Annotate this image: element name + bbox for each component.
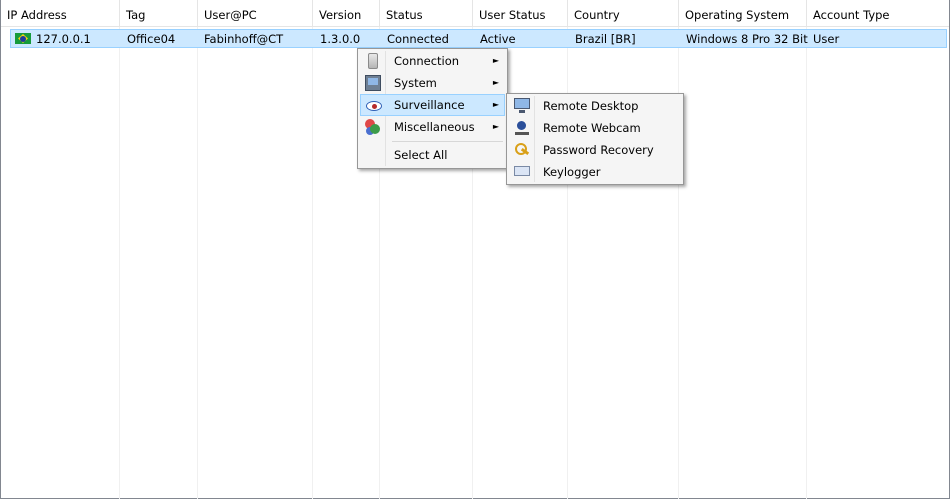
cell-country: Brazil [BR] [575,32,636,46]
menu-item-label: Miscellaneous [394,120,475,134]
column-header-account-type[interactable]: Account Type [807,0,949,27]
column-divider [312,27,313,499]
menu-item-miscellaneous[interactable]: Miscellaneous ► [360,116,505,138]
submenu-arrow-icon: ► [492,100,499,109]
key-icon [514,142,530,158]
cell-version: 1.3.0.0 [320,32,361,46]
menu-separator [392,141,503,142]
system-icon [365,75,381,91]
menu-item-label: Keylogger [543,165,601,179]
brazil-flag-icon [15,33,31,44]
list-header: IP Address Tag User@PC Version Status Us… [1,0,949,27]
column-header-status[interactable]: Status [380,0,473,27]
column-header-version[interactable]: Version [313,0,380,27]
column-header-operating-system[interactable]: Operating System [679,0,807,27]
cell-tag: Office04 [127,32,176,46]
column-divider [119,27,120,499]
menu-item-remote-desktop[interactable]: Remote Desktop [509,95,681,117]
menu-item-label: Password Recovery [543,143,654,157]
webcam-icon [514,120,530,136]
connection-icon [368,53,378,69]
menu-item-label: System [394,76,437,90]
column-divider [197,27,198,499]
surveillance-submenu: Remote Desktop Remote Webcam Password Re… [506,93,684,185]
cell-operating-system: Windows 8 Pro 32 Bit [686,32,808,46]
menu-item-label: Select All [394,148,448,162]
submenu-arrow-icon: ► [492,78,499,87]
menu-item-label: Connection [394,54,460,68]
cell-account-type: User [813,32,840,46]
menu-item-password-recovery[interactable]: Password Recovery [509,139,681,161]
column-header-country[interactable]: Country [568,0,679,27]
menu-item-label: Remote Webcam [543,121,641,135]
cell-ip-address: 127.0.0.1 [36,32,91,46]
menu-item-remote-webcam[interactable]: Remote Webcam [509,117,681,139]
menu-item-select-all[interactable]: Select All [360,144,505,166]
menu-item-keylogger[interactable]: Keylogger [509,161,681,183]
cell-user-status: Active [480,32,516,46]
menu-item-label: Surveillance [394,98,465,112]
keyboard-icon [514,166,530,176]
menu-item-system[interactable]: System ► [360,72,505,94]
column-header-ip-address[interactable]: IP Address [1,0,120,27]
menu-item-label: Remote Desktop [543,99,639,113]
menu-item-surveillance[interactable]: Surveillance ► [360,94,505,116]
cell-user-pc: Fabinhoff@CT [204,32,284,46]
column-divider [806,27,807,499]
menu-item-connection[interactable]: Connection ► [360,50,505,72]
submenu-arrow-icon: ► [492,122,499,131]
column-header-tag[interactable]: Tag [120,0,198,27]
eye-icon [366,101,382,111]
submenu-arrow-icon: ► [492,56,499,65]
context-menu: Connection ► System ► Surveillance ► Mis… [357,48,508,169]
monitor-icon [514,98,530,113]
misc-icon [365,119,381,135]
column-header-user-pc[interactable]: User@PC [198,0,313,27]
table-row[interactable]: 127.0.0.1 Office04 Fabinhoff@CT 1.3.0.0 … [10,29,947,48]
cell-status: Connected [387,32,449,46]
column-header-user-status[interactable]: User Status [473,0,568,27]
